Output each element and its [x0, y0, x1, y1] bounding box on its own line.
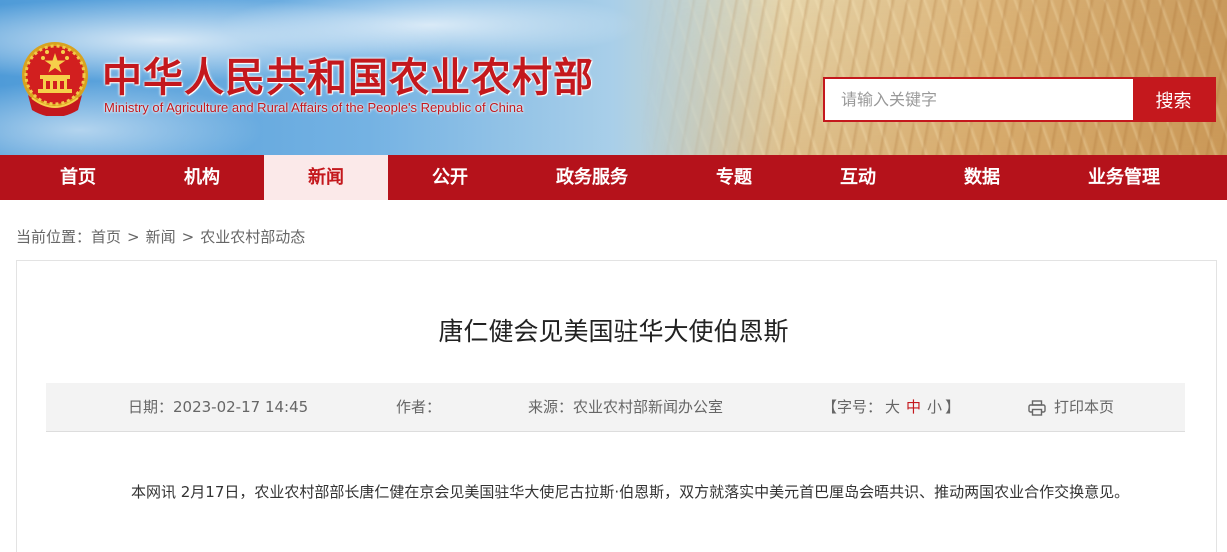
print-label: 打印本页: [1054, 398, 1115, 416]
breadcrumb-separator: >: [181, 228, 195, 246]
nav-item-organization[interactable]: 机构: [156, 155, 248, 200]
printer-icon: [1028, 399, 1046, 416]
nav-item-government-services[interactable]: 政务服务: [512, 155, 672, 200]
nav-item-data[interactable]: 数据: [920, 155, 1044, 200]
article-body: 本网讯 2月17日，农业农村部部长唐仁健在京会见美国驻华大使尼古拉斯·伯恩斯，双…: [101, 476, 1141, 509]
site-subtitle: Ministry of Agriculture and Rural Affair…: [104, 100, 524, 115]
article-author: 作者：: [396, 398, 442, 416]
article-meta-bar: 日期：2023-02-17 14:45 作者： 来源：农业农村部新闻办公室 【字…: [46, 383, 1185, 432]
breadcrumb-prefix: 当前位置：: [16, 228, 92, 246]
breadcrumb-separator: >: [127, 228, 140, 246]
font-size-small[interactable]: 小: [924, 398, 945, 416]
nav-item-home[interactable]: 首页: [0, 155, 156, 200]
breadcrumb-item-news[interactable]: 新闻: [146, 228, 176, 246]
main-nav: 首页 机构 新闻 公开 政务服务 专题 互动 数据 业务管理: [0, 155, 1227, 200]
breadcrumb-item-ministry-news[interactable]: 农业农村部动态: [200, 228, 305, 246]
article-date: 日期：2023-02-17 14:45: [128, 398, 309, 416]
article-title: 唐仁健会见美国驻华大使伯恩斯: [438, 317, 789, 346]
site-title: 中华人民共和国农业农村部: [102, 55, 594, 101]
national-emblem-icon: [22, 42, 88, 116]
font-size-large[interactable]: 大: [882, 398, 903, 416]
font-size-label: 【字号：: [822, 398, 883, 416]
nav-item-interaction[interactable]: 互动: [796, 155, 920, 200]
search-button[interactable]: 搜索: [1133, 79, 1214, 120]
nav-item-business-management[interactable]: 业务管理: [1044, 155, 1204, 200]
font-size-medium[interactable]: 中: [903, 398, 924, 416]
font-size-control: 【字号：大中小】: [822, 383, 960, 432]
search-box: 搜索: [823, 77, 1216, 122]
article-paragraph: 本网讯 2月17日，农业农村部部长唐仁健在京会见美国驻华大使尼古拉斯·伯恩斯，双…: [131, 483, 1130, 501]
breadcrumb-item-home[interactable]: 首页: [91, 228, 121, 246]
nav-item-topics[interactable]: 专题: [672, 155, 796, 200]
search-input[interactable]: [825, 79, 1133, 120]
header-banner: 中华人民共和国农业农村部 Ministry of Agriculture and…: [0, 0, 1227, 155]
article-source: 来源：农业农村部新闻办公室: [528, 398, 724, 416]
nav-item-public[interactable]: 公开: [388, 155, 512, 200]
breadcrumb: 当前位置：首页 > 新闻 > 农业农村部动态: [16, 226, 305, 247]
nav-item-news[interactable]: 新闻: [264, 155, 388, 200]
print-button[interactable]: 打印本页: [1028, 383, 1114, 432]
font-size-close: 】: [945, 398, 961, 416]
